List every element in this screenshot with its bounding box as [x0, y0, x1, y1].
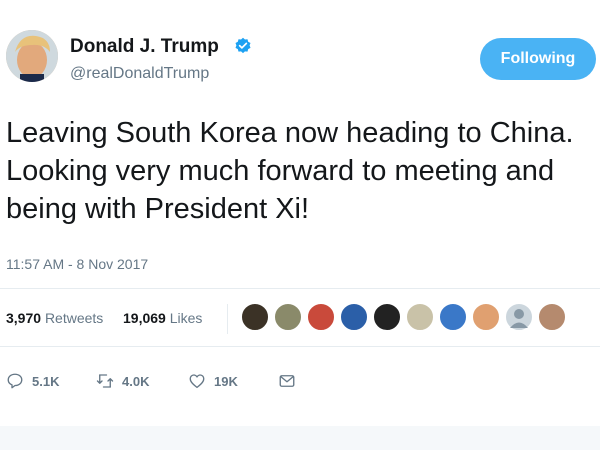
author-avatar[interactable]: [6, 30, 58, 82]
author-name[interactable]: Donald J. Trump: [70, 36, 219, 58]
retweet-icon: [96, 374, 114, 388]
tweet-actions: 5.1K 4.0K 19K: [6, 366, 406, 396]
retweet-button[interactable]: 4.0K: [96, 370, 149, 392]
retweets-count: 3,970: [6, 310, 42, 326]
author-handle[interactable]: @realDonaldTrump: [70, 65, 209, 83]
likes-count: 19,069: [123, 310, 166, 326]
liker-avatar-5[interactable]: [372, 302, 402, 332]
retweets-stat[interactable]: 3,970 Retweets: [6, 310, 103, 326]
retweets-label: Retweets: [44, 310, 104, 326]
liker-avatar-3[interactable]: [306, 302, 336, 332]
reply-button[interactable]: 5.1K: [6, 370, 59, 392]
tweet-text: Leaving South Korea now heading to China…: [6, 117, 574, 225]
envelope-icon: [279, 375, 295, 387]
tweet-timestamp[interactable]: 11:57 AM - 8 Nov 2017: [6, 256, 148, 272]
likes-stat[interactable]: 19,069 Likes: [123, 310, 202, 326]
liker-avatar-4[interactable]: [339, 302, 369, 332]
reply-icon: [7, 373, 23, 389]
liker-avatar-7[interactable]: [438, 302, 468, 332]
verified-badge-icon: [234, 37, 252, 55]
direct-message-button[interactable]: [278, 370, 296, 392]
tweet-header: Donald J. Trump @realDonaldTrump Followi…: [0, 22, 600, 102]
liker-avatar-9[interactable]: [537, 302, 567, 332]
reply-count: 5.1K: [32, 373, 60, 389]
like-count: 19K: [214, 373, 238, 389]
likes-label: Likes: [169, 310, 203, 326]
liker-avatar-default[interactable]: [504, 302, 534, 332]
heart-icon: [189, 374, 205, 389]
divider: [0, 288, 600, 289]
retweet-count: 4.0K: [122, 373, 150, 389]
tweet-card: Donald J. Trump @realDonaldTrump Followi…: [0, 0, 600, 450]
tweet-stats: 3,970 Retweets 19,069 Likes: [6, 298, 600, 338]
following-button[interactable]: Following: [480, 38, 596, 80]
liker-avatar-2[interactable]: [273, 302, 303, 332]
liker-avatar-1[interactable]: [240, 302, 270, 332]
divider: [0, 346, 600, 347]
liker-avatar-8[interactable]: [471, 302, 501, 332]
liker-avatar-6[interactable]: [405, 302, 435, 332]
stat-divider: [227, 304, 228, 334]
footer-band: [0, 426, 600, 450]
like-button[interactable]: 19K: [188, 370, 238, 392]
